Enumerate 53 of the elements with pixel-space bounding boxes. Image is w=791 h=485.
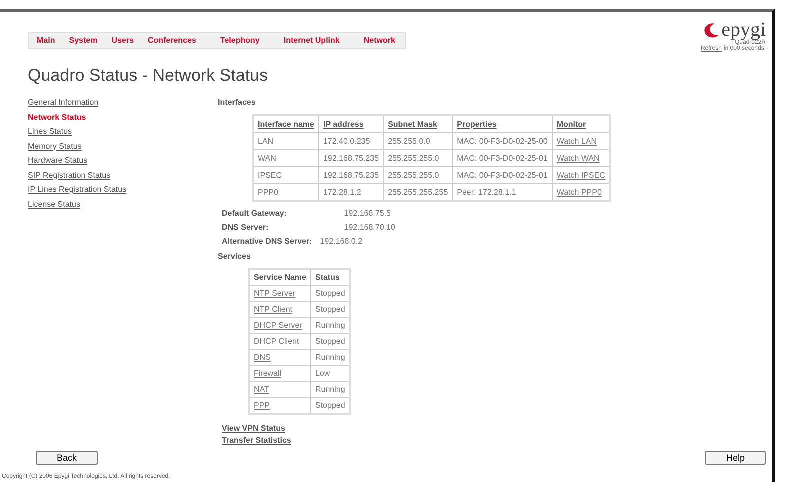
menu-link[interactable]: Users	[112, 36, 134, 45]
sidebar-link[interactable]: License Status	[28, 200, 218, 210]
sidebar-link[interactable]: Hardware Status	[28, 156, 218, 166]
menu-link[interactable]: Conferences	[148, 36, 196, 45]
column-header[interactable]: Subnet Mask	[384, 115, 453, 132]
table-link[interactable]: DNS	[249, 350, 311, 366]
sidebar-link[interactable]: Network Status	[28, 112, 218, 123]
table-cell: MAC: 00-F3-D0-02-25-01	[452, 166, 552, 184]
table-cell: 172.40.0.235	[318, 132, 384, 150]
field-label: DNS Server:	[222, 223, 270, 232]
table-link[interactable]: NTP Server	[249, 286, 311, 302]
page-link[interactable]: Transfer Statistics	[222, 436, 292, 445]
table-cell: WAN	[253, 150, 319, 166]
sidebar-link[interactable]: IP Lines Registration Status	[28, 185, 218, 196]
column-header[interactable]: IP address	[318, 115, 384, 132]
column-header[interactable]: Properties	[452, 115, 552, 132]
table-cell: IPSEC	[253, 166, 319, 184]
section-heading: Interfaces	[218, 98, 256, 107]
table-link[interactable]: NAT	[249, 382, 311, 398]
field-value: 192.168.0.2	[320, 237, 364, 246]
table-cell: LAN	[253, 132, 319, 150]
table-cell: MAC: 00-F3-D0-02-25-00	[452, 132, 552, 150]
column-header[interactable]: Interface name	[253, 115, 319, 132]
column-header: Service Name	[249, 269, 311, 286]
menu-link[interactable]: Telephony	[220, 36, 260, 45]
table-cell: 192.168.75.235	[318, 150, 384, 166]
menu-link[interactable]: Main	[37, 36, 56, 45]
table-cell: 192.168.75.235	[318, 166, 384, 184]
sidebar-link[interactable]: Lines Status	[28, 127, 218, 138]
table-cell: DHCP Client	[249, 334, 311, 350]
sidebar-link[interactable]: SIP Registration Status	[28, 170, 218, 181]
action-button[interactable]: Help	[705, 451, 766, 465]
menu-link[interactable]: Network	[364, 36, 396, 45]
menu-link[interactable]: System	[69, 36, 98, 45]
table-link[interactable]: DHCP Server	[249, 318, 311, 334]
table-cell: MAC: 00-F3-D0-02-25-01	[452, 150, 552, 166]
field-label: Default Gateway:	[222, 209, 288, 218]
field-label: Alternative DNS Server:	[222, 237, 312, 246]
page-link[interactable]: View VPN Status	[222, 424, 286, 433]
table-link[interactable]: Firewall	[249, 366, 311, 382]
page-title: Quadro Status - Network Status	[28, 66, 269, 86]
table-cell: 255.255.255.0	[384, 166, 453, 184]
menu-link[interactable]: Internet Uplink	[284, 36, 340, 45]
logo-text: epygi	[722, 20, 766, 40]
sidebar-link[interactable]: Memory Status	[28, 142, 218, 152]
table-link[interactable]: NTP Client	[249, 302, 311, 318]
sidebar-link[interactable]: General Information	[28, 98, 218, 108]
table-cell: 255.255.0.0	[384, 132, 453, 150]
action-button[interactable]: Back	[36, 451, 98, 465]
field-value: 192.168.70.10	[344, 223, 396, 232]
field-value: 192.168.75.5	[344, 209, 392, 218]
section-heading: Services	[218, 252, 251, 261]
table-cell: 255.255.255.0	[384, 150, 453, 166]
